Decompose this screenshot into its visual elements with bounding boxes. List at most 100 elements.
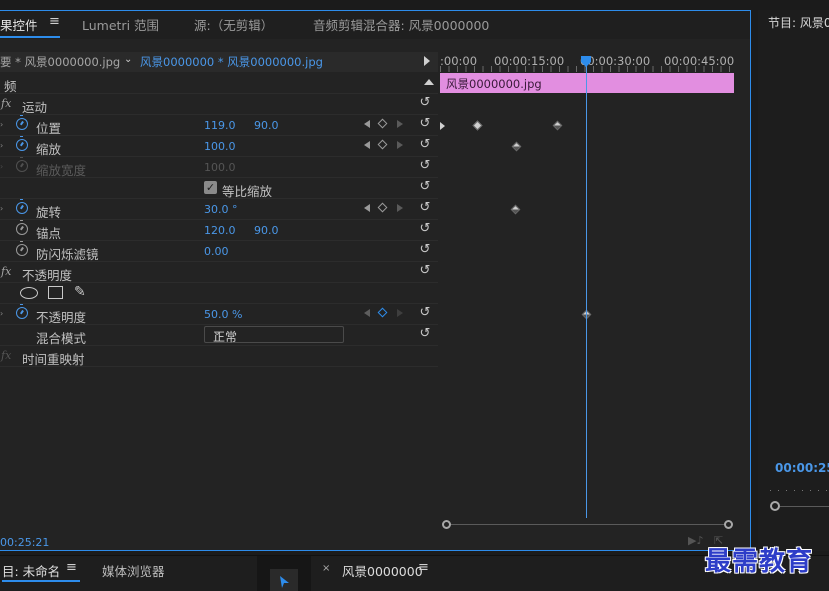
stopwatch-icon[interactable] [16,220,28,235]
scroll-handle-left[interactable] [770,501,780,511]
reset-icon[interactable]: ↺ [418,159,432,173]
add-keyframe-icon[interactable] [377,139,388,150]
opacity-value[interactable]: 50.0 % [204,308,242,321]
prev-keyframe-icon[interactable] [364,204,370,212]
anchor-x-value[interactable]: 120.0 [204,224,236,237]
scrollbar-track [780,506,829,507]
blend-mode-row: 混合模式 正常 ⌄ ↺ [0,325,438,346]
reset-icon[interactable]: ↺ [418,180,432,194]
selection-tool-button[interactable] [270,569,298,591]
uniform-scale-checkbox[interactable]: ✓ [204,181,217,194]
add-keyframe-icon[interactable] [377,202,388,213]
pen-mask-icon[interactable]: ✎ [74,284,86,300]
active-tab-indicator [2,580,80,582]
reset-icon[interactable]: ↺ [418,327,432,341]
program-timecode[interactable]: 00:00:25 [775,461,829,475]
scale-value[interactable]: 100.0 [204,140,236,153]
rotation-label: 旋转 [36,205,62,220]
twirl-icon[interactable]: › [0,309,6,318]
stopwatch-icon[interactable] [16,199,28,214]
keyframe-timeline[interactable] [440,52,750,530]
tab-project[interactable]: 目: 未命名 [2,561,60,580]
tab-media-browser[interactable]: 媒体浏览器 [102,561,165,580]
next-keyframe-icon[interactable] [397,309,403,317]
twirl-icon[interactable]: › [0,120,6,129]
stopwatch-icon[interactable] [16,304,28,319]
keyframe-marker[interactable] [440,122,445,130]
reset-icon[interactable]: ↺ [418,138,432,152]
fx-icon[interactable]: fx [1,265,11,278]
stopwatch-icon [16,157,28,172]
uniform-scale-row: ✓ 等比缩放 ↺ [0,178,438,199]
reset-icon[interactable]: ↺ [418,117,432,131]
reset-icon[interactable]: ↺ [418,96,432,110]
stopwatch-icon[interactable] [16,115,28,130]
playhead-handle[interactable] [580,55,592,68]
prev-keyframe-icon[interactable] [364,120,370,128]
opacity-effect-label: 不透明度 [22,268,73,283]
stopwatch-icon[interactable] [16,241,28,256]
fx-icon[interactable]: fx [1,97,11,110]
sequence-clip-label[interactable]: 风景0000000 * 风景0000000.jpg [140,52,323,72]
tab-audio-clip-mixer[interactable]: 音频剪辑混合器: 风景0000000 [313,15,489,34]
tab-sequence[interactable]: 风景0000000 [342,561,423,580]
position-y-value[interactable]: 90.0 [254,119,279,132]
next-keyframe-icon[interactable] [397,141,403,149]
rotation-value[interactable]: 30.0 ° [204,203,238,216]
program-zoom-scrollbar[interactable] [770,501,829,512]
program-monitor-title[interactable]: 节目: 风景0 [768,14,829,31]
next-keyframe-icon[interactable] [397,204,403,212]
keyframe-navigator [364,139,406,152]
tab-effect-controls[interactable]: 果控件 [0,15,38,34]
mask-tools-row: ✎ [0,283,438,304]
reset-icon[interactable]: ↺ [418,243,432,257]
twirl-icon[interactable]: › [0,204,6,213]
panel-menu-icon[interactable]: ≡ [66,560,77,575]
reset-icon[interactable]: ↺ [418,264,432,278]
scale-width-value: 100.0 [204,161,236,174]
tab-source[interactable]: 源:（无剪辑） [194,15,273,34]
scroll-handle-left[interactable] [442,520,451,529]
time-remap-label: 时间重映射 [22,352,85,367]
rectangle-mask-icon[interactable] [48,286,63,299]
scale-width-label: 缩放宽度 [36,163,87,178]
current-timecode[interactable]: 00:25:21 [0,536,49,549]
add-keyframe-icon[interactable] [377,118,388,129]
play-clip-icon[interactable] [424,56,430,66]
chevron-down-icon[interactable]: ⌄ [124,54,132,65]
opacity-effect-row[interactable]: fx 不透明度 ↺ [0,262,438,283]
time-remap-row[interactable]: fx 时间重映射 [0,346,438,367]
stopwatch-icon[interactable] [16,136,28,151]
reset-icon[interactable]: ↺ [418,222,432,236]
anti-flicker-value[interactable]: 0.00 [204,245,229,258]
twirl-icon[interactable]: › [0,141,6,150]
panel-menu-icon[interactable]: ≡ [418,560,429,575]
next-keyframe-icon[interactable] [397,120,403,128]
master-clip-label[interactable]: 要 * 风景0000000.jpg [0,52,120,72]
prev-keyframe-icon[interactable] [364,309,370,317]
twirl-icon: › [0,162,4,171]
close-tab-icon[interactable]: × [322,563,330,574]
collapse-up-icon[interactable] [424,79,434,85]
filter-audio-icon[interactable]: ▶♪ [688,534,703,547]
clip-bar[interactable]: 风景0000000.jpg [440,73,734,93]
playhead-line[interactable] [586,60,587,518]
panel-tab-bar: 果控件 ≡ Lumetri 范围 源:（无剪辑） 音频剪辑混合器: 风景0000… [0,11,750,39]
scrollbar-track [450,524,726,525]
blend-mode-dropdown[interactable]: 正常 ⌄ [204,326,344,344]
reset-icon[interactable]: ↺ [418,201,432,215]
video-section-label: 频 [4,79,17,94]
anchor-y-value[interactable]: 90.0 [254,224,279,237]
panel-menu-icon[interactable]: ≡ [49,14,60,29]
motion-effect-row[interactable]: fx 运动 ↺ [0,94,438,115]
prev-keyframe-icon[interactable] [364,141,370,149]
tab-lumetri-scopes[interactable]: Lumetri 范围 [82,15,159,34]
position-x-value[interactable]: 119.0 [204,119,236,132]
position-label: 位置 [36,121,62,136]
reset-icon[interactable]: ↺ [418,306,432,320]
add-keyframe-icon[interactable] [377,307,388,318]
scroll-handle-right[interactable] [724,520,733,529]
rotation-row: › 旋转 30.0 ° ↺ [0,199,438,220]
ellipse-mask-icon[interactable] [20,287,38,299]
timeline-zoom-scrollbar[interactable] [442,520,734,529]
